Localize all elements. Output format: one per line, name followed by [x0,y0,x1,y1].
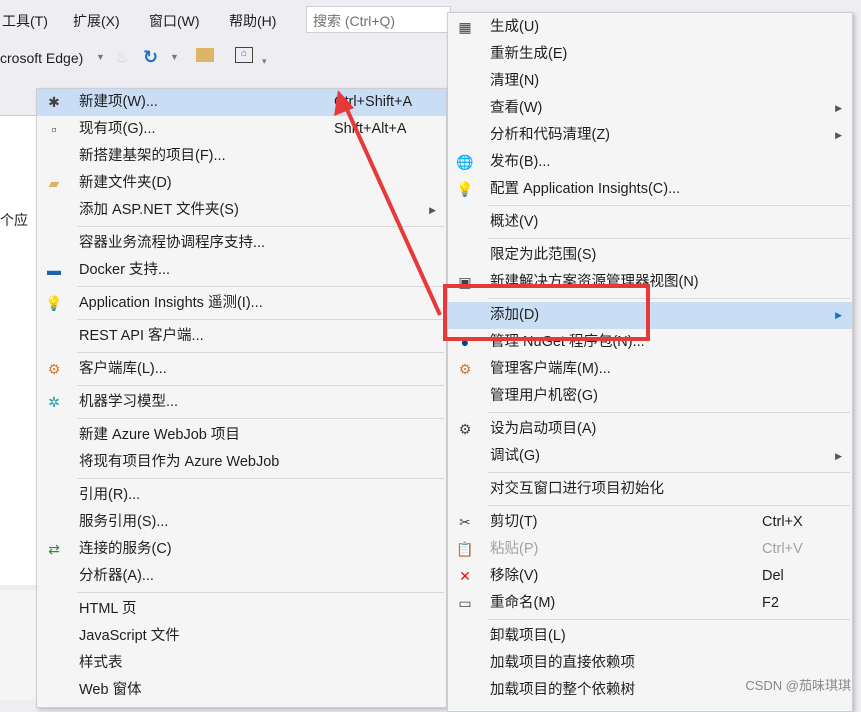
watermark: CSDN @茄味琪琪 [745,678,851,693]
annotation-arrow [334,90,442,316]
